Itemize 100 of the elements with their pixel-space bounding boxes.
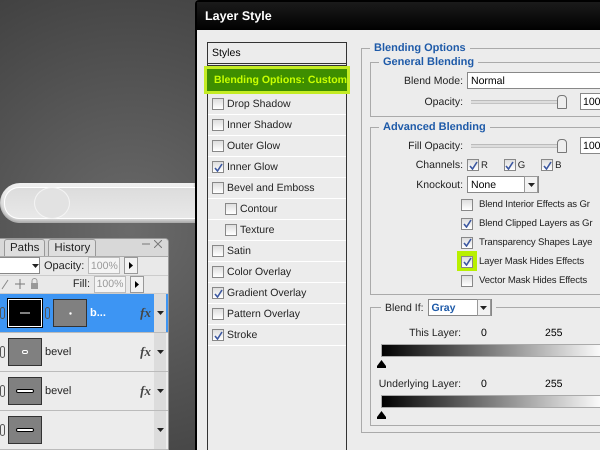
checkbox[interactable] <box>225 224 237 236</box>
caret-icon <box>156 428 164 432</box>
effects-label[interactable]: fx <box>140 344 151 360</box>
style-list-item[interactable]: Outer Glow <box>208 136 346 157</box>
layer-thumbnail <box>8 299 42 327</box>
style-list-item[interactable]: Pattern Overlay <box>208 304 346 325</box>
slider-handle-icon[interactable] <box>377 360 386 368</box>
fill-opacity-label: Fill Opacity: <box>407 140 463 152</box>
option-label: Blend Clipped Layers as Gr <box>479 218 592 229</box>
layer-thumbnail <box>8 338 42 366</box>
opacity-field[interactable]: 100 <box>580 93 600 110</box>
style-list-item[interactable]: Inner Glow <box>208 157 346 178</box>
arrow-button[interactable] <box>130 276 144 293</box>
checkbox[interactable] <box>212 98 224 110</box>
channel-label: R <box>481 160 488 170</box>
checkbox[interactable] <box>541 159 554 171</box>
checkbox[interactable] <box>212 287 224 299</box>
check-icon <box>542 160 552 170</box>
check-icon <box>462 238 472 247</box>
caret-icon <box>156 311 164 315</box>
option-label: Vector Mask Hides Effects <box>479 275 588 286</box>
checkbox[interactable] <box>461 256 473 268</box>
slider-handle-icon[interactable] <box>377 411 386 419</box>
group-title: Advanced Blending <box>382 121 487 133</box>
group-title: Blending Options <box>373 42 467 54</box>
knockout-dropdown[interactable]: None <box>467 176 539 193</box>
style-list-item[interactable]: Blending Options: Custom <box>204 66 350 94</box>
style-list-item[interactable]: Bevel and Emboss <box>208 178 346 199</box>
checkbox[interactable] <box>461 198 473 210</box>
checkbox[interactable] <box>467 159 479 171</box>
dialog-title: Layer Style <box>197 2 600 30</box>
chain-link-icon[interactable] <box>0 424 5 436</box>
style-list-item[interactable]: Stroke <box>208 325 346 346</box>
caret-icon <box>480 306 488 310</box>
knockout-label: Knockout: <box>415 178 463 190</box>
panel-tab[interactable]: History <box>48 239 96 256</box>
channels-label: Channels: <box>414 159 463 171</box>
blend-mode-dropdown[interactable] <box>0 257 40 274</box>
checkbox[interactable] <box>212 308 224 320</box>
checkbox[interactable] <box>461 274 473 286</box>
caret-icon <box>528 182 534 186</box>
style-list-item[interactable]: Satin <box>208 241 346 262</box>
option-label: Blend Interior Effects as Gr <box>479 199 590 210</box>
checkbox[interactable] <box>212 140 224 152</box>
style-list-item[interactable]: Texture <box>208 220 346 241</box>
checkbox[interactable] <box>461 218 473 230</box>
checkbox[interactable] <box>212 182 224 194</box>
arrow-icon <box>135 280 139 288</box>
range-label: Underlying Layer: <box>378 378 461 390</box>
caret-icon <box>156 389 164 393</box>
arrow-icon <box>129 262 134 270</box>
blend-if-dropdown[interactable]: Gray <box>428 299 492 316</box>
style-list-item[interactable]: Gradient Overlay <box>208 283 346 304</box>
checkbox[interactable] <box>212 329 224 341</box>
channel-label: G <box>518 160 526 170</box>
layer-name: bevel <box>45 346 72 358</box>
checkbox[interactable] <box>212 245 224 257</box>
blend-if-label: Blend If: <box>385 302 424 314</box>
check-icon <box>462 257 472 266</box>
fill-label: Fill: <box>72 278 90 290</box>
layer-name: b... <box>90 307 107 319</box>
mask-thumbnail <box>53 299 87 327</box>
checkbox[interactable] <box>212 119 224 131</box>
check-icon <box>505 160 514 170</box>
close-icon[interactable] <box>154 240 162 248</box>
channel-label: B <box>555 160 562 170</box>
panel-tab[interactable]: Paths <box>4 239 46 256</box>
style-list-item[interactable]: Color Overlay <box>208 262 346 283</box>
range-high-value: 255 <box>545 326 563 338</box>
fill-opacity-field[interactable]: 100 <box>580 137 600 154</box>
checkbox[interactable] <box>225 203 237 215</box>
layer-thumbnail <box>8 416 42 444</box>
layer-thumbnail <box>8 377 42 405</box>
layer-row[interactable]: bevel fx <box>0 333 168 372</box>
check-icon <box>462 219 472 228</box>
checkbox[interactable] <box>212 266 224 278</box>
arrow-button[interactable] <box>124 257 138 274</box>
range-low-value: 0 <box>480 378 488 390</box>
option-label: Layer Mask Hides Effects <box>479 256 584 267</box>
checkbox[interactable] <box>504 159 516 171</box>
range-high-value: 255 <box>545 378 563 390</box>
check-icon <box>214 288 222 298</box>
check-icon <box>214 162 222 172</box>
layer-name: bevel <box>45 385 72 397</box>
blend-mode-dropdown[interactable]: Normal <box>467 72 600 89</box>
lock-icons-drawing[interactable] <box>0 278 40 290</box>
checkbox[interactable] <box>212 161 224 173</box>
check-icon <box>468 160 478 170</box>
checkbox[interactable] <box>461 236 473 248</box>
style-list-item[interactable]: Inner Shadow <box>208 115 346 136</box>
layer-row[interactable]: bevel fx <box>0 372 168 411</box>
effects-label[interactable]: fx <box>140 383 151 399</box>
chain-link-icon[interactable] <box>0 346 5 358</box>
layer-row[interactable] <box>0 411 168 450</box>
chain-link-icon[interactable] <box>0 385 5 397</box>
style-list-item[interactable]: Drop Shadow <box>208 94 346 115</box>
range-low-value: 0 <box>480 326 488 338</box>
style-list-item[interactable]: Contour <box>208 199 346 220</box>
check-icon <box>214 330 222 340</box>
caret-icon <box>32 264 39 268</box>
